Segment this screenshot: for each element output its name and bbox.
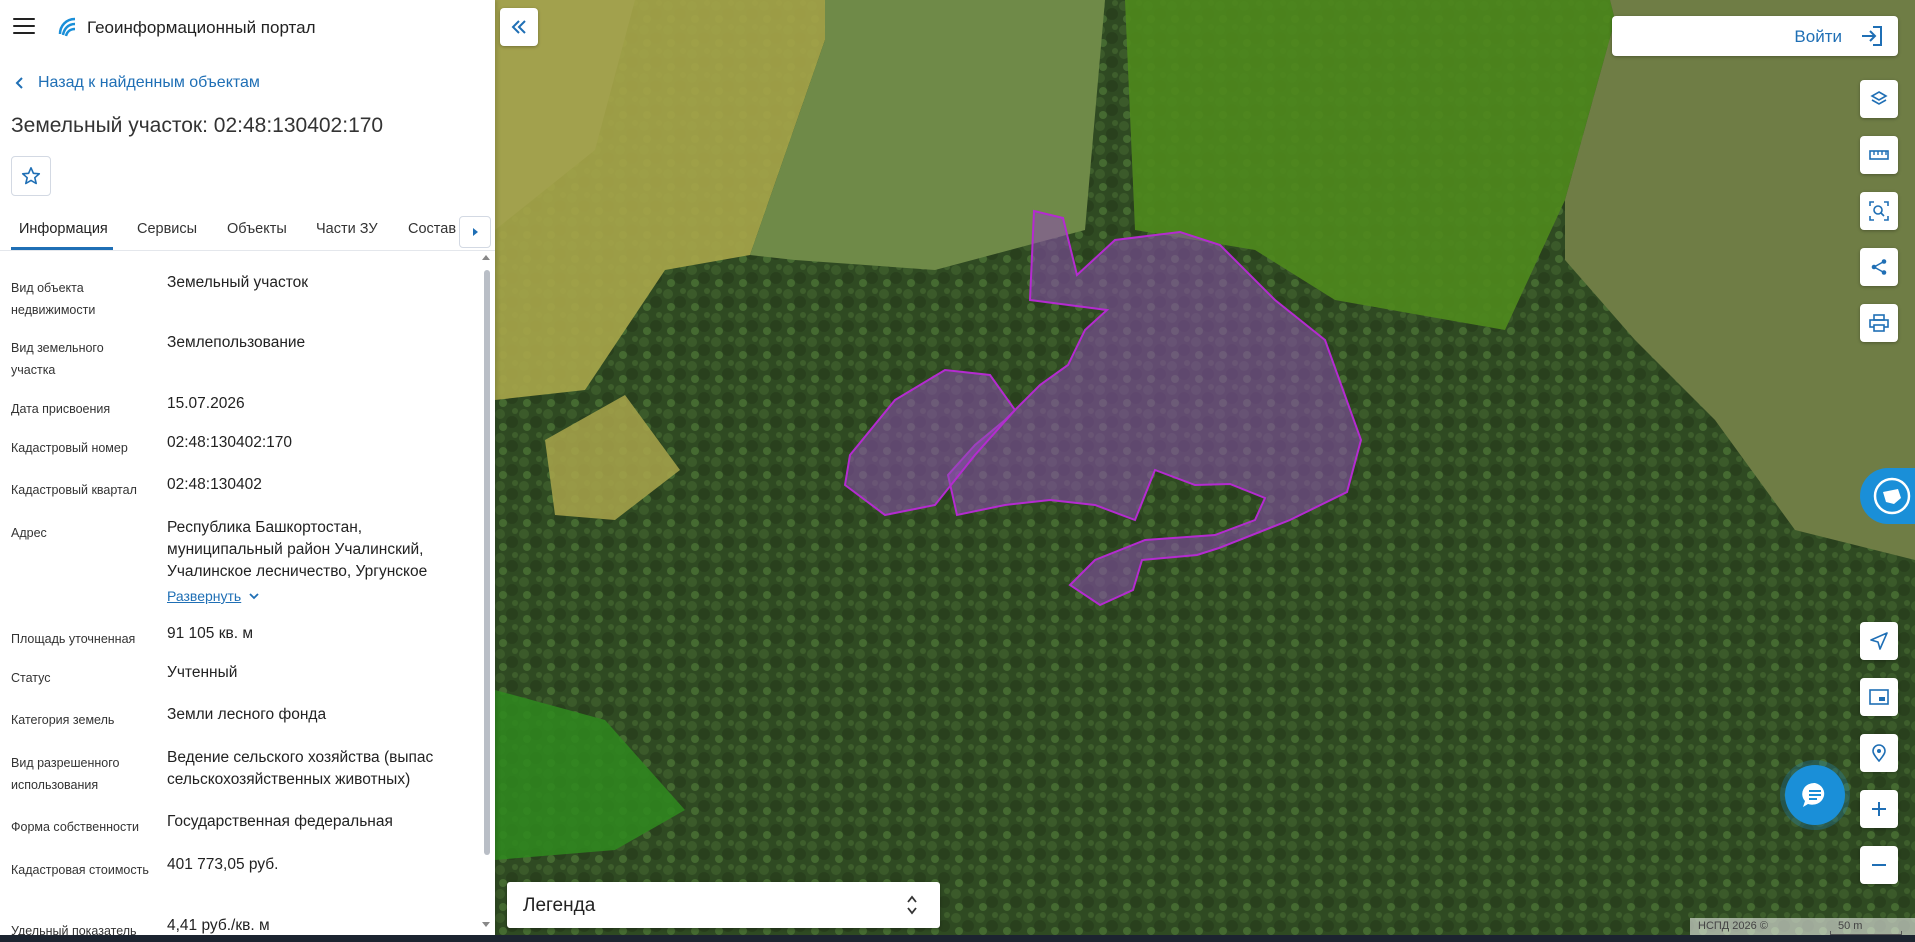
share-button[interactable] [1860, 248, 1898, 286]
sign-in-icon [1862, 26, 1882, 46]
row-value: Государственная федеральная [167, 813, 393, 830]
scroll-down-arrow[interactable] [482, 922, 490, 927]
row-label: Кадастровая стоимость [11, 863, 149, 877]
row-label: Кадастровый номер [11, 441, 128, 455]
chat-button[interactable] [1785, 765, 1845, 825]
scroll-up-arrow[interactable] [482, 255, 490, 260]
tab-composition[interactable]: Состав [408, 221, 456, 237]
row-value: Учтенный [167, 664, 238, 681]
row-value: Земли лесного фонда [167, 706, 327, 723]
print-button[interactable] [1860, 304, 1898, 342]
map-footer: НСПД 2026 © 50 m [1690, 918, 1915, 936]
map-pin-search-icon [1872, 744, 1886, 762]
chevron-left-icon [15, 77, 23, 89]
zoom-in-button[interactable] [1860, 790, 1898, 828]
point-search-button[interactable] [1860, 734, 1898, 772]
satellite-imagery [495, 0, 1915, 942]
copyright: НСПД 2026 © [1698, 920, 1768, 932]
app-title: Геоинформационный портал [87, 18, 316, 37]
login-button[interactable]: Войти [1612, 16, 1898, 56]
row-label: Вид земельного участка [11, 341, 104, 377]
row-label: Категория земель [11, 713, 115, 727]
login-label: Войти [1794, 27, 1842, 46]
row-label: Статус [11, 671, 51, 685]
layers-icon [1870, 91, 1888, 105]
tab-bar: Информация Сервисы Объекты Части ЗУ Сост… [0, 212, 495, 251]
row-label: Вид объекта недвижимости [11, 281, 96, 317]
row-label: Форма собственности [11, 820, 139, 834]
picture-in-picture-icon [1869, 689, 1889, 705]
portal-logo-icon [58, 17, 76, 37]
expand-collapse-icon [907, 895, 917, 915]
minimap-button[interactable] [1860, 678, 1898, 716]
legend-label: Легенда [523, 895, 596, 916]
collapse-panel-button[interactable] [500, 8, 538, 46]
chevron-down-icon [249, 592, 259, 599]
menu-button[interactable] [13, 18, 35, 36]
back-link-label: Назад к найденным объектам [38, 74, 260, 91]
area-search-button[interactable] [1860, 192, 1898, 230]
caret-right-icon [473, 228, 478, 236]
map-view[interactable] [495, 0, 1915, 942]
tab-objects[interactable]: Объекты [227, 221, 287, 237]
row-label: Дата присвоения [11, 402, 111, 416]
geolocation-button[interactable] [1860, 622, 1898, 660]
row-value: 401 773,05 руб. [167, 856, 279, 873]
info-panel: Геоинформационный портал Назад к найденн… [0, 0, 495, 942]
assistant-button[interactable] [1860, 468, 1915, 524]
row-value: Республика Башкортостан, муниципальный р… [167, 519, 428, 580]
share-icon [1871, 259, 1887, 275]
tab-information[interactable]: Информация [19, 221, 108, 237]
row-value: 02:48:130402 [167, 476, 262, 493]
zoom-out-button[interactable] [1860, 846, 1898, 884]
row-value: 15.07.2026 [167, 395, 245, 412]
panel-scrollbar[interactable] [484, 270, 490, 855]
bottom-strip [0, 935, 1915, 942]
select-area-icon [1869, 201, 1889, 221]
row-label: Адрес [11, 526, 47, 540]
chat-bubble-icon [1802, 782, 1825, 807]
row-value: 02:48:130402:170 [167, 434, 292, 451]
tab-parcel-parts[interactable]: Части ЗУ [316, 221, 378, 237]
row-label: Вид разрешенного использования [11, 756, 120, 792]
plus-icon [1872, 802, 1886, 816]
tab-services[interactable]: Сервисы [137, 221, 197, 237]
navigation-arrow-icon [1870, 632, 1888, 650]
measure-button[interactable] [1860, 136, 1898, 174]
ruler-icon [1869, 150, 1889, 160]
back-link[interactable]: Назад к найденным объектам [14, 74, 260, 92]
row-value-container: Республика Башкортостан, муниципальный р… [167, 517, 472, 608]
row-value: Землепользование [167, 334, 306, 351]
assistant-icon [1873, 477, 1911, 515]
legend-panel[interactable]: Легенда [507, 882, 940, 928]
printer-icon [1869, 314, 1889, 332]
active-tab-indicator [11, 247, 113, 250]
tabs-scroll-right-button[interactable] [459, 216, 491, 248]
page-title: Земельный участок: 02:48:130402:170 [11, 114, 384, 137]
double-chevron-left-icon [511, 20, 526, 34]
row-value: 4,41 руб./кв. м [167, 917, 270, 934]
favorite-button[interactable] [11, 156, 51, 196]
row-label: Кадастровый квартал [11, 483, 137, 497]
layers-button[interactable] [1860, 80, 1898, 118]
row-value: 91 105 кв. м [167, 625, 253, 642]
expand-label: Развернуть [167, 588, 242, 604]
expand-address-link[interactable]: Развернуть [167, 585, 259, 607]
header: Геоинформационный портал [0, 0, 495, 56]
row-label: Площадь уточненная [11, 632, 136, 646]
row-value: Земельный участок [167, 274, 309, 291]
row-value: Ведение сельского хозяйства (выпас сельс… [167, 749, 434, 788]
minus-icon [1872, 864, 1886, 866]
star-icon [21, 167, 41, 185]
